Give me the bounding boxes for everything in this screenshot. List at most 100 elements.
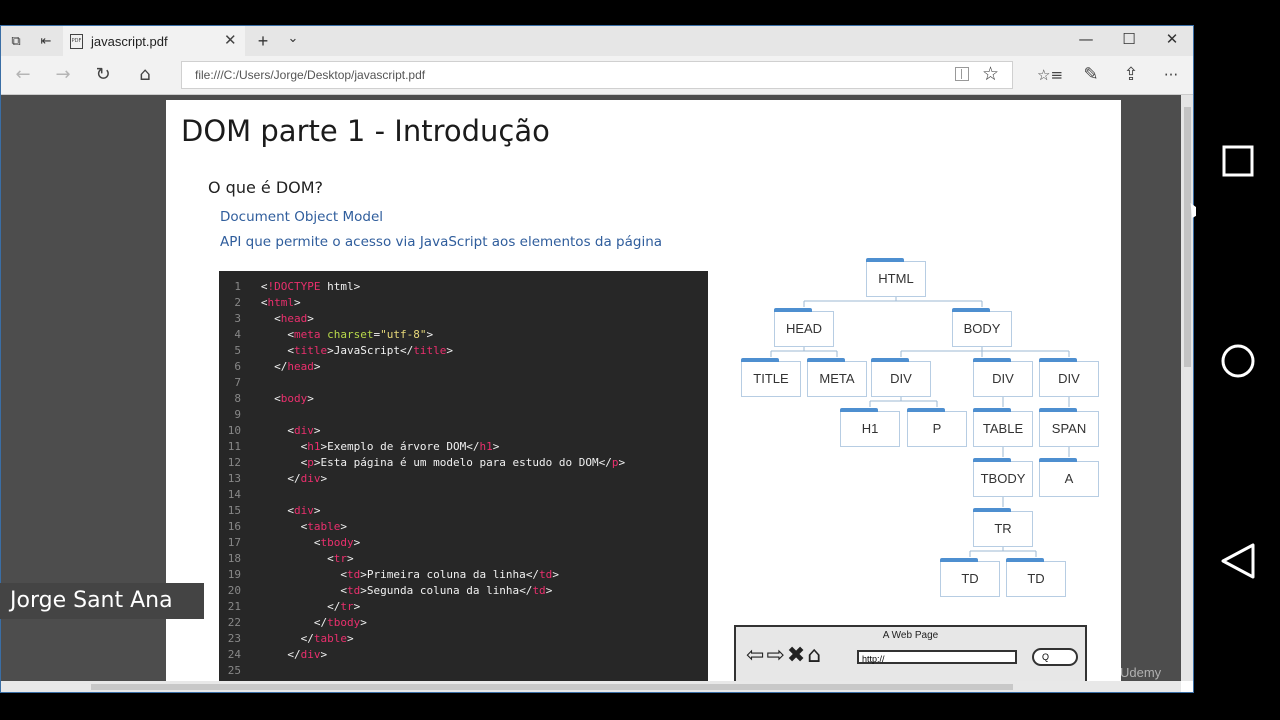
line-number: 19 <box>227 568 241 581</box>
address-bar[interactable]: file:///C:/Users/Jorge/Desktop/javascrip… <box>181 61 1013 89</box>
tree-node-div-1: DIV <box>871 358 931 397</box>
tree-node-div-2: DIV <box>973 358 1033 397</box>
back-button[interactable]: ← <box>11 63 35 87</box>
code-line: 12 <p>Esta página é um modelo para estud… <box>219 455 625 471</box>
close-tab-icon[interactable]: ✕ <box>224 31 237 49</box>
new-tab-button[interactable]: + <box>254 32 272 50</box>
vertical-scrollbar[interactable] <box>1181 95 1193 681</box>
code-line: 25 <box>219 663 261 679</box>
back-triangle-icon[interactable] <box>1196 542 1280 580</box>
line-number: 13 <box>227 472 241 485</box>
pdf-icon: PDF <box>70 34 83 49</box>
presenter-name-caption: Jorge Sant Ana <box>0 583 204 619</box>
tree-node-table: TABLE <box>973 408 1033 447</box>
tab-title: javascript.pdf <box>91 34 168 49</box>
code-line: 16 <table> <box>219 519 347 535</box>
home-button[interactable]: ⌂ <box>133 63 157 87</box>
android-navigation-bar <box>1196 0 1280 720</box>
tree-node-body: BODY <box>952 308 1012 347</box>
line-number: 9 <box>234 408 241 421</box>
more-menu-icon[interactable]: ··· <box>1159 63 1183 87</box>
code-line: 15 <div> <box>219 503 321 519</box>
line-number: 21 <box>227 600 241 613</box>
tree-node-td-1: TD <box>940 558 1000 597</box>
favorites-list-icon[interactable]: ☆≡ <box>1037 63 1063 87</box>
code-line: 22 </tbody> <box>219 615 367 631</box>
reading-view-icon[interactable] <box>955 67 969 81</box>
line-number: 2 <box>234 296 241 309</box>
tree-node-meta: META <box>807 358 867 397</box>
tree-node-h1: H1 <box>840 408 900 447</box>
code-line: 11 <h1>Exemplo de árvore DOM</h1> <box>219 439 500 455</box>
line-number: 25 <box>227 664 241 677</box>
code-line: 7 <box>219 375 261 391</box>
tree-node-tbody: TBODY <box>973 458 1033 497</box>
minimize-button[interactable]: — <box>1074 30 1098 48</box>
address-url[interactable]: file:///C:/Users/Jorge/Desktop/javascrip… <box>195 68 425 82</box>
dom-tree-diagram: HTML HEAD BODY TITLE META DIV DIV DIV H1… <box>731 257 1111 607</box>
home-circle-icon[interactable] <box>1196 342 1280 380</box>
maximize-button[interactable]: ☐ <box>1117 30 1141 48</box>
tree-node-tr: TR <box>973 508 1033 547</box>
slide-question: O que é DOM? <box>208 178 324 197</box>
line-number: 12 <box>227 456 241 469</box>
line-number: 24 <box>227 648 241 661</box>
code-line: 3 <head> <box>219 311 314 327</box>
mockup-nav-icons: ⇦⇨✖⌂ <box>746 643 824 668</box>
pdf-page: DOM parte 1 - Introdução O que é DOM? Do… <box>166 100 1121 681</box>
recent-apps-icon[interactable] <box>1196 144 1280 180</box>
code-line: 13 </div> <box>219 471 327 487</box>
mockup-search-field: Q <box>1032 648 1078 666</box>
web-page-mockup: A Web Page ⇦⇨✖⌂ http:// Q <box>734 625 1087 681</box>
code-line: 23 </table> <box>219 631 354 647</box>
navigation-bar: ← → ↻ ⌂ file:///C:/Users/Jorge/Desktop/j… <box>1 56 1193 95</box>
line-number: 7 <box>234 376 241 389</box>
code-line: 9 <box>219 407 261 423</box>
line-number: 4 <box>234 328 241 341</box>
udemy-watermark: Udemy <box>1120 665 1162 680</box>
restore-tabs-icon[interactable]: ⇤ <box>37 32 55 50</box>
line-number: 16 <box>227 520 241 533</box>
line-number: 17 <box>227 536 241 549</box>
tab-javascript-pdf[interactable]: PDF javascript.pdf ✕ <box>63 26 245 56</box>
share-icon[interactable]: ⇪ <box>1119 63 1143 87</box>
code-line: 2 <html> <box>219 295 300 311</box>
line-number: 14 <box>227 488 241 501</box>
vertical-scroll-thumb[interactable] <box>1184 107 1191 367</box>
favorite-star-icon[interactable]: ☆ <box>982 63 999 85</box>
line-number: 11 <box>227 440 241 453</box>
line-number: 5 <box>234 344 241 357</box>
line-number: 23 <box>227 632 241 645</box>
tab-bar: ⧉ ⇤ PDF javascript.pdf ✕ + ⌄ — ☐ ✕ <box>1 26 1193 56</box>
notes-pen-icon[interactable]: ✎ <box>1079 63 1103 87</box>
code-line: 5 <title>JavaScript</title> <box>219 343 453 359</box>
horizontal-scroll-thumb[interactable] <box>91 684 1013 690</box>
line-number: 8 <box>234 392 241 405</box>
refresh-button[interactable]: ↻ <box>91 63 115 87</box>
code-line: 21 </tr> <box>219 599 360 615</box>
line-number: 22 <box>227 616 241 629</box>
tree-node-html: HTML <box>866 258 926 297</box>
code-line: 1 <!DOCTYPE html> <box>219 279 360 295</box>
close-window-button[interactable]: ✕ <box>1160 30 1184 48</box>
tree-node-td-2: TD <box>1006 558 1066 597</box>
slide-definition: Document Object Model <box>220 209 384 225</box>
tree-node-head: HEAD <box>774 308 834 347</box>
tree-node-p: P <box>907 408 967 447</box>
code-line: 14 <box>219 487 261 503</box>
code-line: 19 <td>Primeira coluna da linha</td> <box>219 567 559 583</box>
code-line: 17 <tbody> <box>219 535 360 551</box>
line-number: 3 <box>234 312 241 325</box>
set-aside-tabs-icon[interactable]: ⧉ <box>7 32 25 50</box>
code-line: 8 <body> <box>219 391 314 407</box>
mockup-title: A Web Page <box>882 630 939 641</box>
horizontal-scrollbar[interactable] <box>1 681 1181 692</box>
tab-list-icon[interactable]: ⌄ <box>284 29 302 47</box>
line-number: 1 <box>234 280 241 293</box>
code-line: 4 <meta charset="utf-8"> <box>219 327 433 343</box>
code-line: 10 <div> <box>219 423 321 439</box>
code-listing: 1 <!DOCTYPE html> 2 <html> 3 <head> 4 <meta… <box>219 271 708 681</box>
code-line: 6 </head> <box>219 359 320 375</box>
tree-node-span: SPAN <box>1039 408 1099 447</box>
forward-button[interactable]: → <box>51 63 75 87</box>
